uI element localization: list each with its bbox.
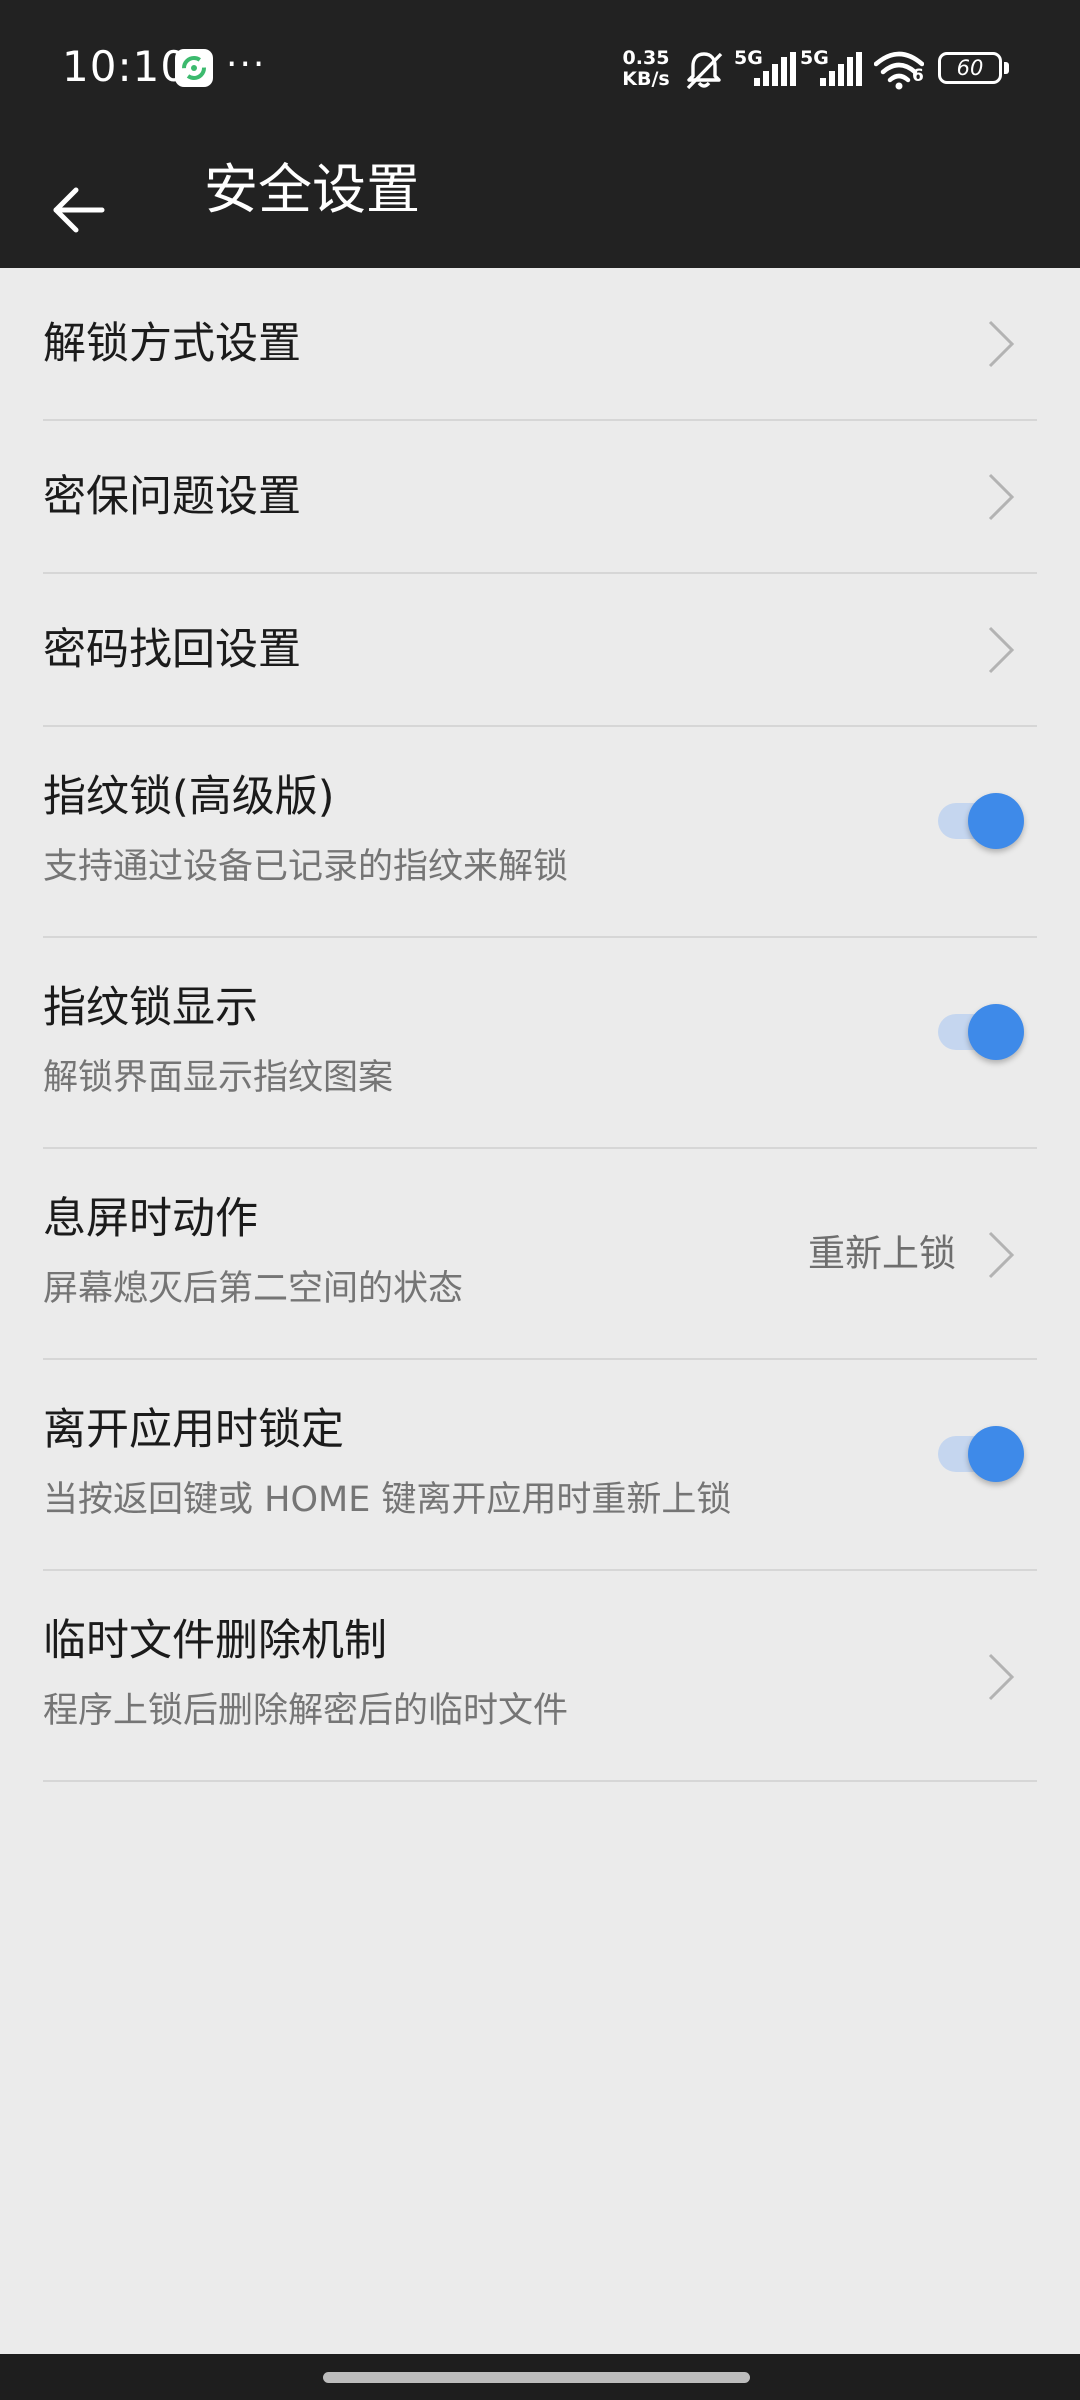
network-speed-value: 0.35	[622, 47, 670, 69]
wifi-label: 6	[912, 66, 924, 86]
home-indicator[interactable]	[323, 2372, 750, 2383]
arrow-left-icon	[53, 187, 105, 233]
setting-title: 指纹锁(高级版)	[43, 772, 335, 822]
chevron-right-icon	[988, 1653, 1015, 1701]
setting-unlock-method[interactable]: 解锁方式设置	[0, 268, 1080, 421]
more-notifications-icon: ···	[226, 44, 267, 85]
settings-list: 解锁方式设置 密保问题设置 密码找回设置 指纹锁(高级版) 支持通过设备已记录的…	[0, 268, 1080, 1782]
toggle-thumb	[968, 793, 1024, 849]
toggle-thumb	[968, 1426, 1024, 1482]
network-speed: 0.35 KB/s	[618, 48, 674, 90]
chevron-right-icon	[988, 320, 1015, 368]
signal-strength-1-icon	[754, 52, 796, 86]
setting-fingerprint-display[interactable]: 指纹锁显示 解锁界面显示指纹图案	[0, 938, 1080, 1149]
status-bar: 10:10 ··· 0.35 KB/s 5G 5G 6 60	[0, 0, 1080, 138]
setting-title: 离开应用时锁定	[43, 1405, 344, 1455]
divider	[43, 1780, 1037, 1782]
fingerprint-lock-toggle[interactable]	[936, 791, 1028, 851]
chevron-right-icon	[988, 626, 1015, 674]
setting-lock-on-leave[interactable]: 离开应用时锁定 当按返回键或 HOME 键离开应用时重新上锁	[0, 1360, 1080, 1571]
battery-level: 60	[956, 56, 984, 80]
setting-title: 息屏时动作	[43, 1194, 258, 1244]
setting-subtitle: 屏幕熄灭后第二空间的状态	[43, 1269, 464, 1309]
chevron-right-icon	[988, 1231, 1015, 1279]
battery-icon: 60	[938, 52, 1002, 84]
status-time: 10:10	[62, 42, 189, 91]
setting-screen-off-action[interactable]: 息屏时动作 屏幕熄灭后第二空间的状态 重新上锁	[0, 1149, 1080, 1360]
setting-title: 解锁方式设置	[43, 319, 301, 369]
setting-title: 密码找回设置	[43, 625, 301, 675]
bell-muted-icon	[686, 52, 723, 90]
setting-title: 指纹锁显示	[43, 983, 258, 1033]
setting-subtitle: 程序上锁后删除解密后的临时文件	[43, 1691, 569, 1731]
battery-cap	[1004, 62, 1009, 74]
network-speed-unit: KB/s	[622, 68, 670, 90]
setting-subtitle: 解锁界面显示指纹图案	[43, 1058, 394, 1098]
setting-temp-file-deletion[interactable]: 临时文件删除机制 程序上锁后删除解密后的临时文件	[0, 1571, 1080, 1782]
page-title: 安全设置	[204, 158, 420, 221]
toggle-thumb	[968, 1004, 1024, 1060]
signal-strength-2-icon	[820, 52, 862, 86]
setting-fingerprint-lock[interactable]: 指纹锁(高级版) 支持通过设备已记录的指纹来解锁	[0, 727, 1080, 938]
back-button[interactable]	[40, 160, 120, 240]
setting-subtitle: 支持通过设备已记录的指纹来解锁	[43, 847, 569, 887]
chevron-right-icon	[988, 473, 1015, 521]
setting-security-question[interactable]: 密保问题设置	[0, 421, 1080, 574]
setting-title: 临时文件删除机制	[43, 1616, 387, 1666]
lock-on-leave-toggle[interactable]	[936, 1424, 1028, 1484]
setting-subtitle: 当按返回键或 HOME 键离开应用时重新上锁	[43, 1480, 732, 1520]
fingerprint-display-toggle[interactable]	[936, 1002, 1028, 1062]
navigation-bar	[0, 2354, 1080, 2400]
setting-value: 重新上锁	[808, 1232, 956, 1275]
setting-password-recovery[interactable]: 密码找回设置	[0, 574, 1080, 727]
setting-title: 密保问题设置	[43, 472, 301, 522]
app-bar: 安全设置	[0, 138, 1080, 268]
app-notification-icon	[175, 49, 213, 87]
